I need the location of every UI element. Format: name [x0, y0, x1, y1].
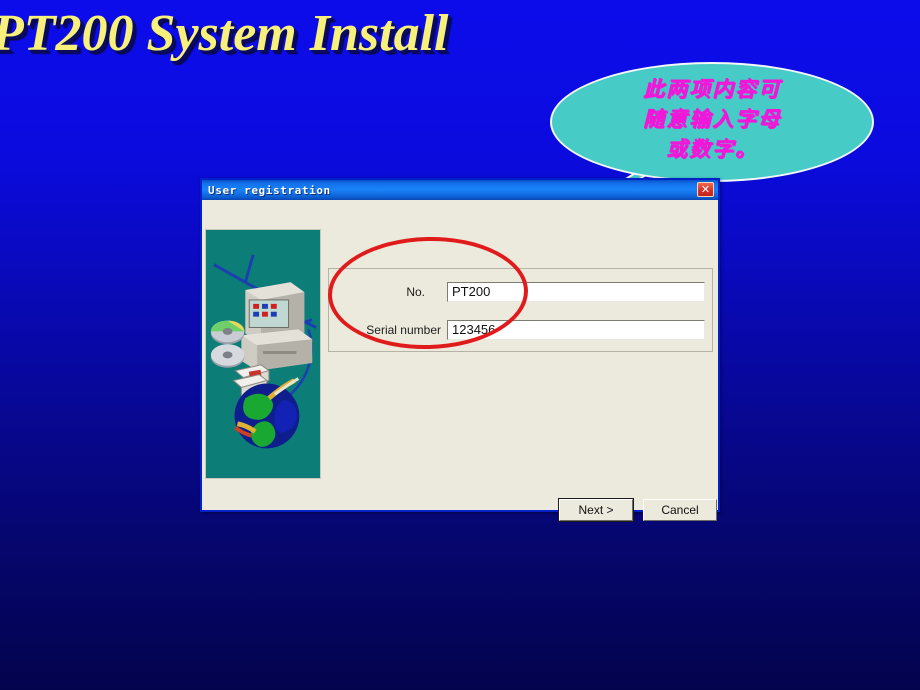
next-button[interactable]: Next >	[558, 498, 634, 522]
callout-line-2: 随意输入字母	[643, 107, 781, 131]
serial-number-input[interactable]: 123456	[447, 319, 705, 340]
callout-line-1: 此两项内容可	[643, 77, 781, 101]
user-registration-dialog: User registration ✕ No. PT200 Serial num…	[200, 178, 720, 522]
dialog-body: No. PT200 Serial number 123456 Next > Ca…	[202, 200, 718, 522]
no-input[interactable]: PT200	[447, 281, 705, 302]
callout-text: 此两项内容可 随意输入字母 或数字。	[550, 74, 874, 164]
presentation-slide: PT200 System Install 此两项内容可 随意输入字母 或数字。 …	[0, 0, 920, 690]
field-row-serial-number: Serial number 123456	[329, 319, 705, 340]
installer-side-graphic	[205, 229, 321, 479]
page-title: PT200 System Install	[0, 5, 449, 62]
cancel-button[interactable]: Cancel	[643, 499, 717, 521]
serial-number-field-label: Serial number	[366, 322, 441, 337]
computer-network-globe-icon	[210, 254, 317, 449]
close-icon[interactable]: ✕	[697, 182, 714, 197]
close-icon-glyph: ✕	[700, 183, 711, 196]
annotation-callout: 此两项内容可 随意输入字母 或数字。	[512, 62, 874, 249]
dialog-titlebar[interactable]: User registration ✕	[202, 180, 718, 200]
callout-line-3: 或数字。	[666, 137, 758, 161]
no-field-label: No.	[406, 284, 425, 299]
dialog-title: User registration	[208, 183, 331, 197]
registration-fields-group: No. PT200 Serial number 123456	[328, 268, 713, 352]
field-row-no: No. PT200	[329, 281, 705, 302]
